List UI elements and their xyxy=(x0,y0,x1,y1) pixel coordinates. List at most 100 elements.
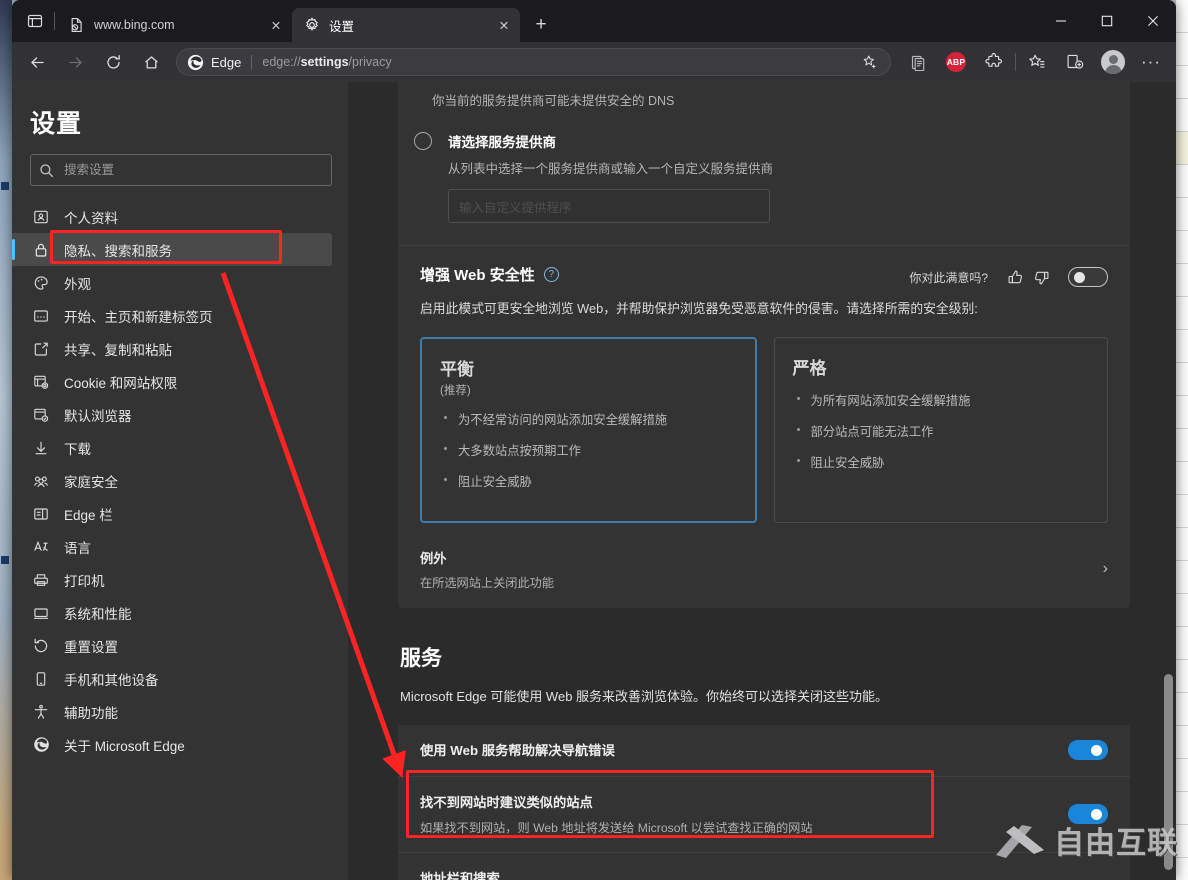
omnibox-divider xyxy=(251,54,253,70)
read-aloud-icon[interactable] xyxy=(902,46,934,78)
service-row-navigation-errors[interactable]: 使用 Web 服务帮助解决导航错误 xyxy=(398,724,1130,777)
sidebar-item-reset-settings[interactable]: 重置设置 xyxy=(12,629,332,662)
level-recommended: (推荐) xyxy=(440,384,471,397)
minimize-button[interactable] xyxy=(1038,0,1084,42)
sidebar-item-label: 下载 xyxy=(64,441,91,457)
desktop-left-strip xyxy=(0,0,12,880)
palette-icon xyxy=(30,275,52,291)
tab-close-button[interactable]: ✕ xyxy=(266,15,286,35)
edge-logo-icon xyxy=(187,54,204,71)
search-input[interactable] xyxy=(64,163,323,177)
edge-bar-icon xyxy=(30,506,52,522)
sidebar-item-startup-home-newtab[interactable]: 开始、主页和新建标签页 xyxy=(12,299,332,332)
dns-provider-option[interactable]: 请选择服务提供商 从列表中选择一个服务提供商或输入一个自定义服务提供商 输入自定… xyxy=(398,109,1130,223)
close-window-button[interactable] xyxy=(1130,0,1176,42)
profile-avatar[interactable] xyxy=(1097,46,1129,78)
address-bar[interactable]: Edge edge://settings/privacy xyxy=(176,48,891,76)
url-bold: settings xyxy=(300,55,349,69)
exceptions-title: 例外 xyxy=(420,550,447,566)
security-level-balanced[interactable]: 平衡 (推荐) 为不经常访问的网站添加安全缓解措施 大多数站点按预期工作 阻止安… xyxy=(420,336,757,523)
sidebar-item-edge-bar[interactable]: Edge 栏 xyxy=(12,497,332,530)
new-tab-button[interactable]: + xyxy=(526,9,556,39)
toolbar-divider xyxy=(1015,53,1016,71)
sidebar-item-profile[interactable]: 个人资料 xyxy=(12,200,332,233)
chevron-right-icon: › xyxy=(1102,560,1108,578)
sidebar-item-privacy-search-services[interactable]: 隐私、搜索和服务 xyxy=(12,233,332,266)
thumbs-down-icon[interactable] xyxy=(1028,264,1054,290)
sidebar-item-downloads[interactable]: 下载 xyxy=(12,431,332,464)
refresh-icon[interactable] xyxy=(97,46,129,78)
more-settings-icon[interactable]: ··· xyxy=(1135,46,1167,78)
extensions-icon[interactable] xyxy=(978,46,1010,78)
sidebar-item-label: 打印机 xyxy=(64,573,105,589)
tabstrip-divider xyxy=(54,12,55,30)
family-icon xyxy=(30,473,52,489)
edge-logo-icon xyxy=(30,736,52,753)
system-icon xyxy=(30,605,52,621)
web-security-description: 启用此模式可更安全地浏览 Web，并帮助保护浏览器免受恶意软件的侵害。请选择所需… xyxy=(420,301,978,316)
share-icon xyxy=(30,341,52,357)
accessibility-icon xyxy=(30,704,52,720)
custom-provider-input[interactable]: 输入自定义提供程序 xyxy=(448,189,770,223)
back-icon[interactable] xyxy=(21,46,53,78)
navigation-errors-toggle[interactable] xyxy=(1068,739,1108,760)
feedback-label: 你对此满意吗? xyxy=(909,270,988,285)
service-title: 使用 Web 服务帮助解决导航错误 xyxy=(420,743,615,759)
sidebar-item-label: Cookie 和网站权限 xyxy=(64,375,178,391)
sidebar-item-system-performance[interactable]: 系统和性能 xyxy=(12,596,332,629)
level-name: 平衡 xyxy=(440,359,474,379)
sidebar-item-languages[interactable]: 语言 xyxy=(12,530,332,563)
services-description: Microsoft Edge 可能使用 Web 服务来改善浏览体验。你始终可以选… xyxy=(400,688,889,704)
search-settings-box[interactable] xyxy=(30,154,332,186)
content-scrollbar[interactable] xyxy=(1161,82,1176,880)
web-security-toggle[interactable] xyxy=(1068,267,1108,287)
exceptions-row[interactable]: 例外 在所选网站上关闭此功能 › xyxy=(398,533,1130,608)
sidebar-item-default-browser[interactable]: 默认浏览器 xyxy=(12,398,332,431)
phone-icon xyxy=(30,671,52,687)
profile-icon xyxy=(30,209,52,225)
tab-search-button[interactable] xyxy=(18,4,52,38)
collections-icon[interactable] xyxy=(1059,46,1091,78)
browser-toolbar: Edge edge://settings/privacy ABP ··· xyxy=(12,42,1176,82)
watermark-logo-icon xyxy=(996,825,1044,858)
tab-settings[interactable]: 设置 ✕ xyxy=(292,8,520,42)
sidebar-item-printers[interactable]: 打印机 xyxy=(12,563,332,596)
tab-close-button[interactable]: ✕ xyxy=(494,15,514,35)
maximize-button[interactable] xyxy=(1084,0,1130,42)
settings-page: 设置 个人资料 xyxy=(12,82,1176,880)
adblock-plus-icon[interactable]: ABP xyxy=(940,46,972,78)
sidebar-item-about-edge[interactable]: 关于 Microsoft Edge xyxy=(12,728,332,761)
radio-button[interactable] xyxy=(414,132,432,150)
printer-icon xyxy=(30,572,52,588)
sidebar-item-accessibility[interactable]: 辅助功能 xyxy=(12,695,332,728)
forward-icon[interactable] xyxy=(59,46,91,78)
sidebar-item-share-copy-paste[interactable]: 共享、复制和粘贴 xyxy=(12,332,332,365)
level-bullet: 阻止安全威胁 xyxy=(440,472,737,490)
settings-sidebar: 设置 个人资料 xyxy=(12,82,348,880)
add-favorite-icon[interactable] xyxy=(858,50,882,74)
level-bullet: 为不经常访问的网站添加安全缓解措施 xyxy=(440,410,737,428)
sidebar-item-cookies-permissions[interactable]: Cookie 和网站权限 xyxy=(12,365,332,398)
thumbs-up-icon[interactable] xyxy=(1002,264,1028,290)
sidebar-item-appearance[interactable]: 外观 xyxy=(12,266,332,299)
omnibox-brand: Edge xyxy=(211,54,242,70)
exceptions-sub: 在所选网站上关闭此功能 xyxy=(420,575,555,590)
feedback-group: 你对此满意吗? xyxy=(909,264,1108,290)
abp-badge-label: ABP xyxy=(946,52,966,72)
cookie-icon xyxy=(30,374,52,390)
url-suffix: /privacy xyxy=(348,55,392,69)
favorites-icon[interactable] xyxy=(1021,46,1053,78)
sidebar-item-phone-other-devices[interactable]: 手机和其他设备 xyxy=(12,662,332,695)
avatar-image xyxy=(1101,50,1125,74)
sidebar-item-family-safety[interactable]: 家庭安全 xyxy=(12,464,332,497)
sidebar-item-label: 外观 xyxy=(64,276,91,292)
sidebar-item-label: 开始、主页和新建标签页 xyxy=(64,309,213,325)
sidebar-item-label: 系统和性能 xyxy=(64,606,132,622)
sidebar-item-label: 隐私、搜索和服务 xyxy=(64,243,172,259)
level-bullet: 为所有网站添加安全缓解措施 xyxy=(793,391,1090,409)
security-level-strict[interactable]: 严格 为所有网站添加安全缓解措施 部分站点可能无法工作 阻止安全威胁 xyxy=(773,336,1108,523)
sidebar-item-label: 语言 xyxy=(64,540,91,556)
help-icon[interactable]: ? xyxy=(543,267,559,282)
tab-bing[interactable]: www.bing.com ✕ xyxy=(57,8,292,42)
home-icon[interactable] xyxy=(135,46,167,78)
